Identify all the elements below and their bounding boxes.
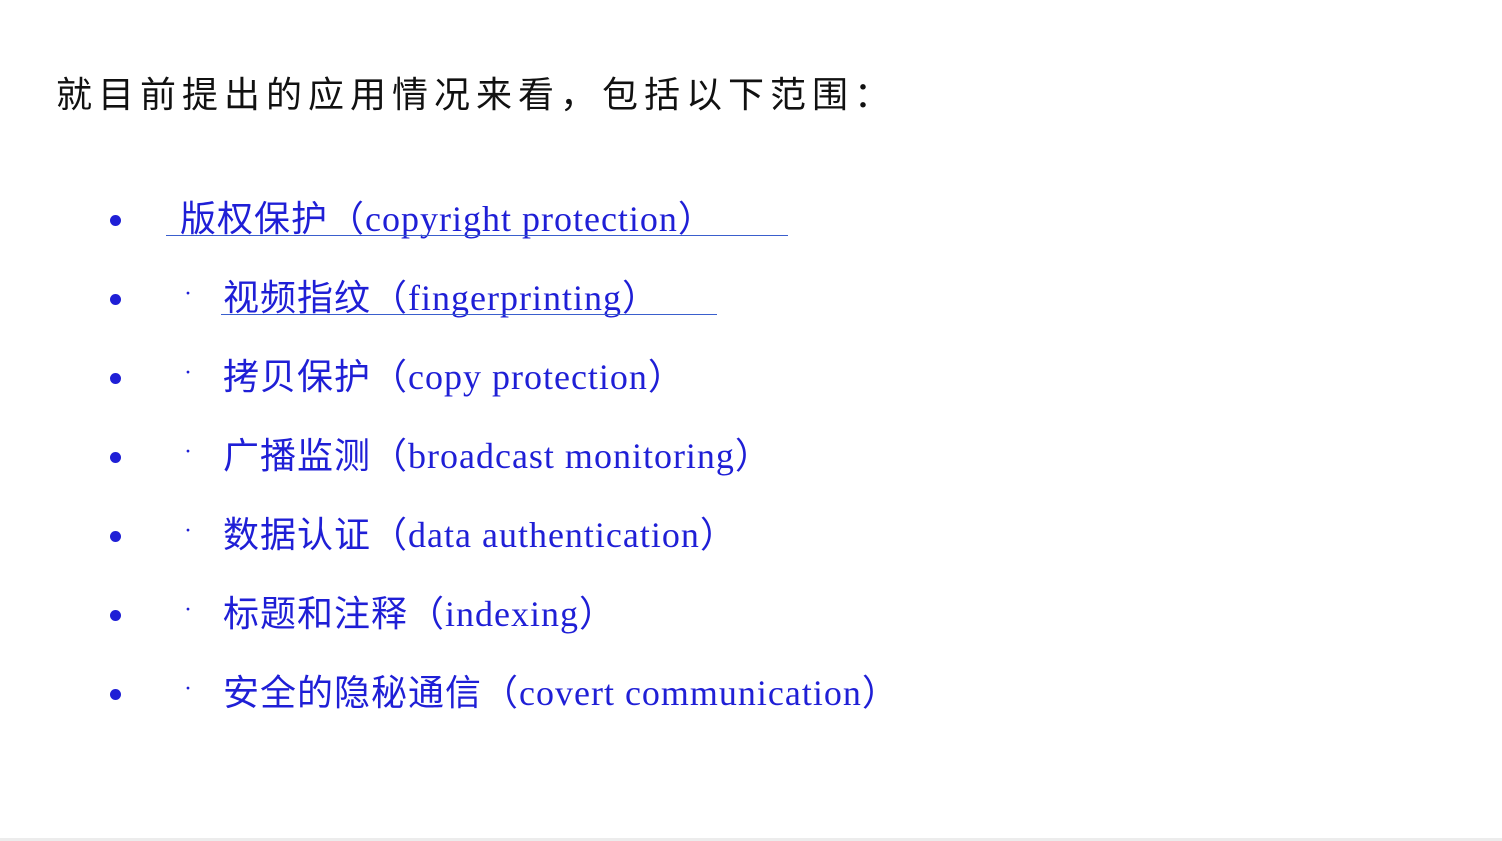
bullet-icon — [110, 689, 121, 700]
list-item: · 标题和注释（indexing） — [0, 590, 1200, 650]
slide: 就目前提出的应用情况来看，包括以下范围： 版权保护（copyright prot… — [0, 0, 1502, 838]
list-item: · 广播监测（broadcast monitoring） — [0, 432, 1200, 492]
sub-marker: · — [184, 439, 192, 465]
bullet-icon — [110, 215, 121, 226]
sub-marker: · — [184, 597, 192, 623]
sub-marker: · — [184, 676, 192, 702]
bullet-icon — [110, 531, 121, 542]
list-item: · 视频指纹（fingerprinting） — [0, 274, 1200, 334]
bullet-icon — [110, 373, 121, 384]
sub-marker: · — [184, 518, 192, 544]
link-underline — [166, 235, 788, 236]
bullet-icon — [110, 452, 121, 463]
list-item: · 数据认证（data authentication） — [0, 511, 1200, 571]
covert-communication-item: 安全的隐秘通信（covert communication） — [223, 673, 899, 713]
broadcast-monitoring-item: 广播监测（broadcast monitoring） — [223, 436, 772, 476]
sub-marker: · — [184, 281, 192, 307]
intro-text: 就目前提出的应用情况来看，包括以下范围： — [56, 75, 897, 115]
list-item: · 安全的隐秘通信（covert communication） — [0, 669, 1200, 729]
link-underline — [221, 314, 717, 315]
bullet-icon — [110, 294, 121, 305]
list-item: · 拷贝保护（copy protection） — [0, 353, 1200, 413]
data-authentication-item: 数据认证（data authentication） — [223, 515, 737, 555]
copy-protection-item: 拷贝保护（copy protection） — [223, 357, 685, 397]
bullet-icon — [110, 610, 121, 621]
indexing-item: 标题和注释（indexing） — [223, 594, 616, 634]
list-item: 版权保护（copyright protection） — [0, 195, 1200, 255]
sub-marker: · — [184, 360, 192, 386]
